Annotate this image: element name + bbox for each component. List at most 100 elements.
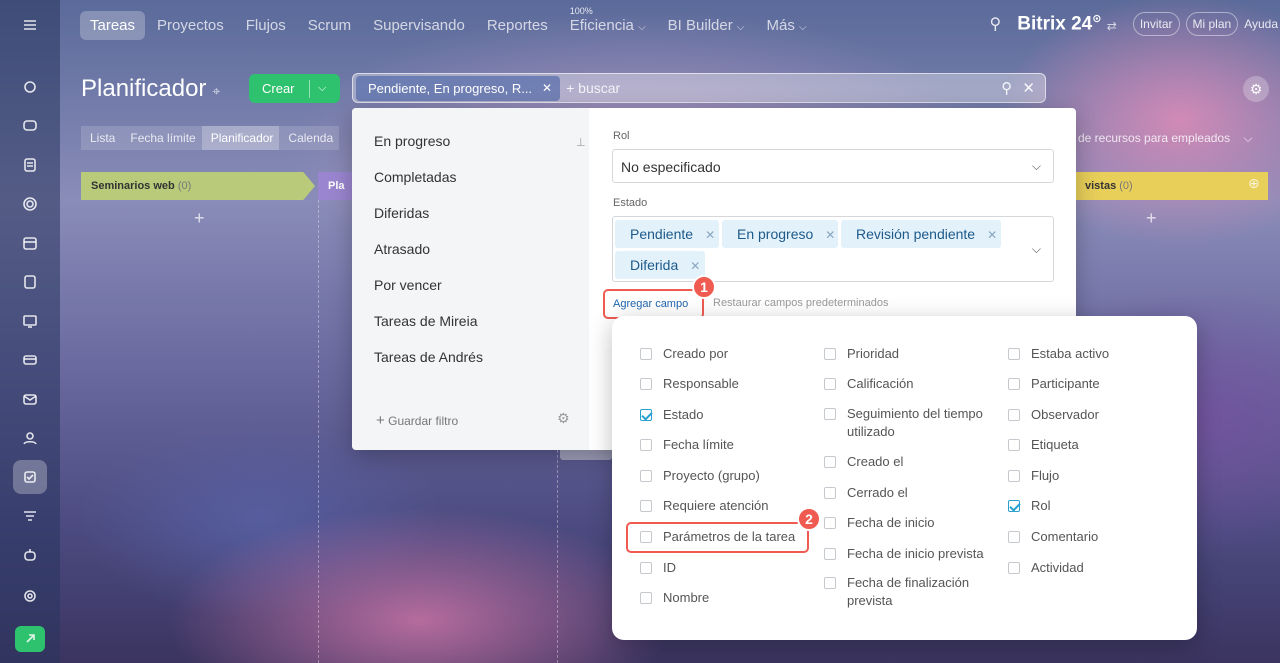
pin-icon[interactable]: ⊥ — [576, 136, 586, 149]
search-icon[interactable]: ⚲ — [990, 14, 1002, 34]
clear-icon[interactable]: ✕ — [1022, 80, 1035, 97]
robot-icon[interactable] — [13, 538, 47, 572]
checkbox[interactable] — [824, 517, 836, 529]
filter-tag[interactable]: Pendiente, En progreso, R... ✕ — [356, 75, 561, 101]
checkbox[interactable] — [640, 562, 652, 574]
field-fecha-inicio-prevista[interactable]: Fecha de inicio prevista — [824, 545, 999, 563]
checkbox[interactable] — [640, 439, 652, 451]
field-proyecto[interactable]: Proyecto (grupo) — [640, 467, 815, 485]
column-header-last[interactable]: vistas (0) — [1075, 172, 1268, 200]
tasks-icon[interactable] — [13, 460, 47, 494]
chat-icon[interactable] — [13, 109, 47, 143]
checkbox[interactable] — [640, 378, 652, 390]
tab-planificador[interactable]: Planificador — [201, 126, 280, 150]
restore-fields-link[interactable]: Restaurar campos predeterminados — [713, 297, 888, 309]
tab-recursos[interactable]: de recursos para empleados ⌵ — [1078, 131, 1253, 146]
checkbox[interactable] — [824, 577, 836, 589]
field-calificacion[interactable]: Calificación — [824, 375, 999, 393]
field-creado-el[interactable]: Creado el — [824, 453, 999, 471]
contacts-icon[interactable] — [13, 421, 47, 455]
field-rol[interactable]: Rol — [1008, 497, 1183, 515]
close-icon[interactable]: ✕ — [987, 228, 997, 242]
close-icon[interactable]: ✕ — [690, 259, 700, 273]
preset-completadas[interactable]: Completadas — [374, 169, 457, 185]
field-nombre[interactable]: Nombre — [640, 589, 815, 607]
nav-flujos[interactable]: Flujos — [236, 11, 296, 40]
state-multiselect[interactable]: Pendiente ✕ En progreso ✕ Revisión pendien… — [612, 216, 1054, 282]
checkbox[interactable] — [640, 592, 652, 604]
add-field-button[interactable]: Agregar campo — [603, 289, 704, 319]
field-etiqueta[interactable]: Etiqueta — [1008, 436, 1183, 454]
checkbox-checked[interactable] — [640, 409, 652, 421]
checkbox[interactable] — [1008, 439, 1020, 451]
rocket-icon[interactable] — [15, 626, 45, 652]
nav-reportes[interactable]: Reportes — [477, 11, 558, 40]
field-seguimiento-tiempo[interactable]: Seguimiento del tiempo utilizado — [824, 405, 999, 441]
add-card-icon[interactable]: + — [194, 208, 205, 229]
field-fecha-inicio[interactable]: Fecha de inicio — [824, 514, 999, 532]
help-link[interactable]: Ayuda — [1244, 17, 1280, 31]
search-icon[interactable]: ⚲ — [1001, 80, 1012, 97]
tab-lista[interactable]: Lista — [81, 126, 122, 150]
search-input[interactable]: + buscar — [566, 80, 620, 96]
nav-tareas[interactable]: Tareas — [80, 11, 146, 40]
preset-por-vencer[interactable]: Por vencer — [374, 277, 442, 293]
field-id[interactable]: ID — [640, 559, 815, 577]
feed-icon[interactable] — [13, 70, 47, 104]
role-select[interactable]: No especificado ⌵ — [612, 149, 1054, 183]
field-observador[interactable]: Observador — [1008, 406, 1183, 424]
search-bar[interactable]: Pendiente, En progreso, R... ✕ + buscar … — [352, 73, 1046, 103]
chevron-down-icon[interactable]: ⌵ — [1032, 242, 1041, 257]
field-estado[interactable]: Estado — [640, 406, 815, 424]
save-filter-button[interactable]: + Guardar filtro — [376, 412, 458, 429]
field-requiere-atencion[interactable]: Requiere atención — [640, 497, 815, 515]
gear-icon[interactable]: ⚙ — [557, 410, 570, 427]
card-icon[interactable] — [13, 343, 47, 377]
column-header-second[interactable]: Pla — [318, 172, 352, 200]
board-icon[interactable] — [13, 304, 47, 338]
nav-supervisando[interactable]: Supervisando — [363, 11, 475, 40]
field-creado-por[interactable]: Creado por — [640, 345, 815, 363]
target-icon[interactable] — [13, 187, 47, 221]
close-icon[interactable]: ✕ — [825, 228, 835, 242]
field-comentario[interactable]: Comentario — [1008, 528, 1183, 546]
checkbox[interactable] — [1008, 409, 1020, 421]
nav-mas[interactable]: Más ⌵ — [756, 11, 816, 40]
pin-icon[interactable]: ⌖ — [212, 83, 220, 99]
preset-tareas-andres[interactable]: Tareas de Andrés — [374, 349, 483, 365]
field-cerrado-el[interactable]: Cerrado el — [824, 484, 999, 502]
menu-icon[interactable] — [13, 8, 47, 42]
field-participante[interactable]: Participante — [1008, 375, 1183, 393]
close-icon[interactable]: ✕ — [542, 81, 552, 95]
file-icon[interactable] — [13, 265, 47, 299]
checkbox[interactable] — [824, 378, 836, 390]
my-plan-button[interactable]: Mi plan — [1185, 12, 1239, 36]
checkbox[interactable] — [640, 500, 652, 512]
chip-en-progreso[interactable]: En progreso ✕ — [722, 220, 838, 248]
preset-tareas-mireia[interactable]: Tareas de Mireia — [374, 313, 478, 329]
add-card-icon[interactable]: + — [1146, 208, 1157, 229]
checkbox[interactable] — [824, 408, 836, 420]
mail-icon[interactable] — [13, 382, 47, 416]
settings-icon[interactable] — [13, 579, 47, 613]
field-estaba-activo[interactable]: Estaba activo — [1008, 345, 1183, 363]
checkbox[interactable] — [1008, 348, 1020, 360]
checkbox[interactable] — [824, 348, 836, 360]
checkbox[interactable] — [1008, 531, 1020, 543]
create-button[interactable]: Crear ⌵ — [249, 74, 340, 103]
gear-icon[interactable]: ⚙ — [1243, 76, 1269, 102]
tab-calendario[interactable]: Calenda — [279, 126, 340, 150]
tab-fecha-limite[interactable]: Fecha límite — [121, 126, 202, 150]
checkbox[interactable] — [640, 348, 652, 360]
chip-pendiente[interactable]: Pendiente ✕ — [615, 220, 719, 248]
checkbox[interactable] — [1008, 470, 1020, 482]
field-flujo[interactable]: Flujo — [1008, 467, 1183, 485]
close-icon[interactable]: ✕ — [705, 228, 715, 242]
filter-stack-icon[interactable] — [13, 499, 47, 533]
preset-diferidas[interactable]: Diferidas — [374, 205, 429, 221]
nav-scrum[interactable]: Scrum — [298, 11, 361, 40]
document-icon[interactable] — [13, 148, 47, 182]
calendar-icon[interactable] — [13, 226, 47, 260]
field-prioridad[interactable]: Prioridad — [824, 345, 999, 363]
preset-en-progreso[interactable]: En progreso — [374, 133, 450, 149]
